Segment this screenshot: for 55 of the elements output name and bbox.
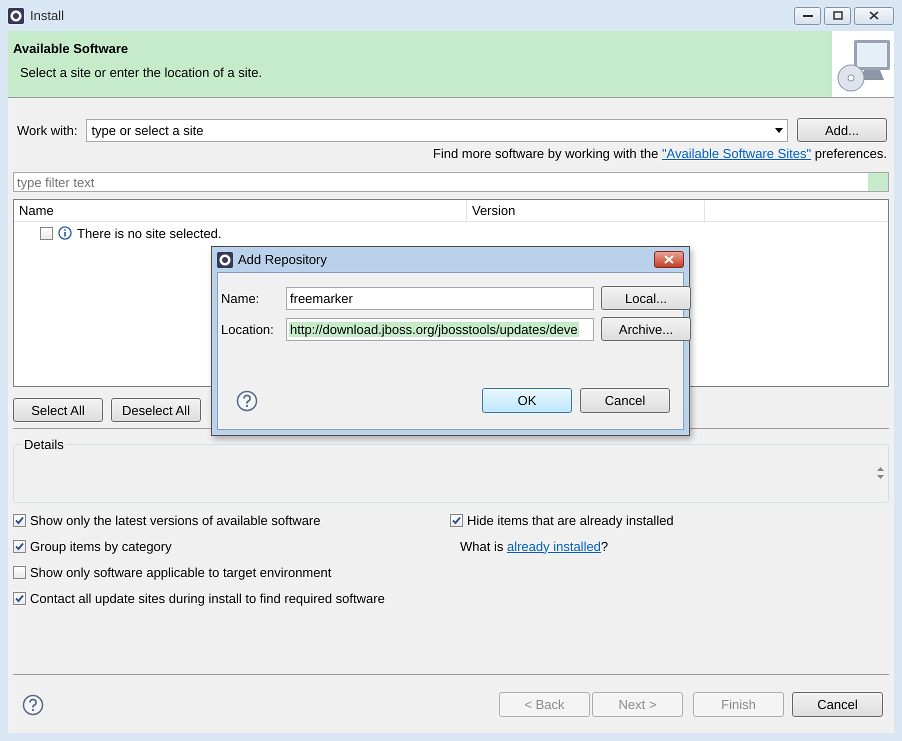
browse-button[interactable]: Archive... [601, 317, 691, 341]
ok-button[interactable]: OK [482, 388, 572, 413]
checkbox[interactable] [13, 566, 26, 578]
checkbox[interactable] [13, 514, 26, 526]
checkbox[interactable] [450, 514, 463, 526]
hint-text: preferences. [814, 146, 887, 161]
hint-text: Find more software by working with the [432, 146, 660, 161]
browse-button[interactable]: Local... [601, 286, 691, 310]
close-button[interactable] [654, 251, 684, 268]
field-label: Name: [221, 290, 260, 306]
filter-field[interactable]: type filter text [13, 172, 889, 192]
window-title: Install [30, 8, 64, 23]
option-label: Group items by category [30, 538, 172, 554]
column-header[interactable]: Version [467, 200, 705, 221]
app-icon [8, 8, 24, 24]
select-all-button[interactable]: Select All [13, 398, 103, 422]
maximize-icon [832, 11, 842, 20]
maximize-button[interactable] [824, 6, 851, 24]
field-label: Location: [221, 322, 275, 336]
help-icon[interactable] [236, 390, 258, 412]
column-header[interactable]: Name [14, 200, 467, 221]
close-button[interactable] [854, 6, 894, 24]
checkbox[interactable] [13, 592, 26, 604]
installed-hint-text: ? [600, 538, 608, 554]
checkbox[interactable] [13, 540, 26, 552]
option-label: Show only the latest versions of available software [30, 512, 320, 528]
option-label: Show only software applicable to target environment [30, 564, 332, 580]
text-field[interactable]: http://download.jboss.org/jbosstools/updates/deve [286, 318, 594, 340]
option-label: Hide items that are already installed [467, 512, 674, 528]
close-icon [664, 255, 674, 264]
minimize-button[interactable] [794, 6, 821, 24]
banner-title: Available Software [13, 41, 130, 56]
checkbox[interactable] [40, 226, 53, 240]
work-with-label: Work with: [17, 122, 78, 138]
already-installed-link[interactable]: already installed [506, 538, 601, 554]
help-icon[interactable] [22, 694, 44, 716]
dialog-icon [217, 252, 233, 268]
available-sites-link[interactable]: "Available Software Sites" [662, 146, 812, 161]
wizard-button[interactable]: Cancel [792, 692, 883, 717]
info-icon [58, 226, 72, 240]
dropdown-arrow-icon[interactable] [775, 128, 783, 132]
banner-description: Select a site or enter the location of a site. [19, 65, 264, 80]
details-label: Details [23, 437, 65, 452]
add-button[interactable]: Add... [797, 118, 887, 142]
installed-hint-text: What is [460, 538, 504, 554]
text-field[interactable]: freemarker [286, 286, 594, 310]
dialog-title: Add Repository [238, 252, 327, 267]
scroll-arrows-icon[interactable] [877, 466, 884, 480]
table-cell: There is no site selected. [77, 226, 222, 240]
site-combo-box[interactable]: type or select a site [86, 118, 788, 142]
minimize-icon [802, 14, 812, 18]
deselect-all-button[interactable]: Deselect All [111, 398, 201, 422]
option-label: Contact all update sites during install to find required software [30, 590, 385, 606]
close-icon [869, 11, 879, 20]
cancel-button[interactable]: Cancel [580, 388, 670, 413]
